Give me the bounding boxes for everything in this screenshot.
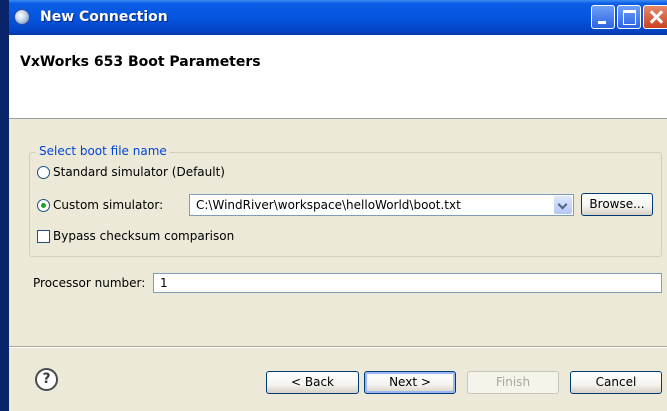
custom-simulator-path[interactable]: C:\WindRiver\workspace\helloWorld\boot.t… <box>196 198 461 212</box>
browse-button[interactable]: Browse... <box>581 193 653 216</box>
bypass-checksum-label[interactable]: Bypass checksum comparison <box>53 229 234 243</box>
finish-button: Finish <box>467 371 559 394</box>
chevron-down-icon[interactable] <box>554 196 572 214</box>
help-icon[interactable]: ? <box>35 368 58 391</box>
minimize-button[interactable] <box>591 5 615 29</box>
window-title: New Connection <box>40 9 168 25</box>
page-title: VxWorks 653 Boot Parameters <box>20 54 261 70</box>
app-icon <box>14 9 30 25</box>
maximize-button[interactable] <box>617 5 641 29</box>
boot-file-group-label: Select boot file name <box>36 144 170 158</box>
close-button[interactable] <box>643 5 667 29</box>
custom-simulator-path-combo[interactable]: C:\WindRiver\workspace\helloWorld\boot.t… <box>189 194 574 216</box>
cancel-button[interactable]: Cancel <box>570 371 662 394</box>
processor-number-field[interactable]: 1 <box>153 273 662 293</box>
custom-simulator-radio[interactable] <box>37 199 50 212</box>
wizard-header: VxWorks 653 Boot Parameters <box>9 35 667 119</box>
next-button[interactable]: Next > <box>364 371 456 394</box>
back-button[interactable]: < Back <box>266 371 359 394</box>
custom-simulator-label[interactable]: Custom simulator: <box>53 198 163 212</box>
processor-number-value[interactable]: 1 <box>160 276 168 290</box>
bypass-checksum-checkbox[interactable] <box>37 230 50 243</box>
new-connection-dialog: New Connection VxWorks 653 Boot Paramete… <box>9 0 667 411</box>
footer-divider <box>9 346 667 348</box>
processor-number-label: Processor number: <box>33 276 146 290</box>
standard-simulator-label[interactable]: Standard simulator (Default) <box>53 165 225 179</box>
title-bar[interactable]: New Connection <box>9 0 667 35</box>
standard-simulator-radio[interactable] <box>37 166 50 179</box>
